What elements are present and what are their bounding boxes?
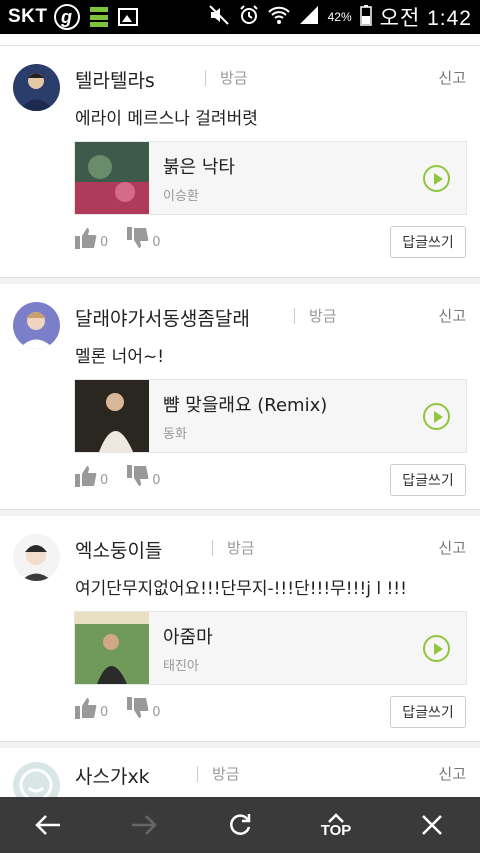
like-count: 0 xyxy=(100,235,109,250)
top-icon xyxy=(328,812,344,823)
thumbs-down-icon xyxy=(127,227,149,248)
comment-item: 엑소둥이들 방금 신고 여기단무지없어요!!!단무지-!!!단!!!무!!!j … xyxy=(0,510,480,742)
report-button[interactable]: 신고 xyxy=(438,537,466,558)
song-artist: 이승환 xyxy=(163,188,199,204)
song-title: 아줌마 xyxy=(163,626,213,648)
top-label: TOP xyxy=(320,821,352,839)
dislike-count: 0 xyxy=(152,235,161,250)
song-artist: 동화 xyxy=(163,426,187,442)
comment-text: 멜론 너어~! xyxy=(75,347,165,367)
refresh-button[interactable] xyxy=(210,797,270,853)
thumbs-up-icon xyxy=(75,698,97,719)
wifi-icon xyxy=(267,4,290,30)
thumbs-up-icon xyxy=(75,228,97,249)
reply-button[interactable]: 답글쓰기 xyxy=(390,696,466,728)
forward-arrow-icon xyxy=(132,815,157,835)
album-cover xyxy=(75,612,149,684)
bottom-nav: TOP xyxy=(0,797,480,853)
stack-icon xyxy=(89,7,108,27)
report-button[interactable]: 신고 xyxy=(438,67,466,88)
play-icon[interactable] xyxy=(423,403,450,430)
reply-button[interactable]: 답글쓰기 xyxy=(390,464,466,496)
back-arrow-icon xyxy=(35,815,60,835)
divider xyxy=(197,766,198,782)
comment-text: 에라이 메르스나 걸려버렷 xyxy=(75,109,258,129)
back-button[interactable] xyxy=(18,797,78,853)
timestamp: 방금 xyxy=(212,765,240,783)
alarm-icon xyxy=(238,4,260,30)
g-icon: g xyxy=(53,4,80,30)
timestamp: 방금 xyxy=(220,69,248,87)
comment-item: 텔라텔라s 방금 신고 에라이 메르스나 걸려버렷 붉은 낙타 이승환 0 0 xyxy=(0,46,480,278)
close-icon xyxy=(422,815,442,835)
avatar[interactable] xyxy=(13,64,60,111)
avatar[interactable] xyxy=(13,302,60,349)
like-button[interactable]: 0 xyxy=(74,464,108,488)
timestamp: 방금 xyxy=(309,307,337,325)
thumbs-up-icon xyxy=(75,466,97,487)
song-card[interactable]: 붉은 낙타 이승환 xyxy=(74,141,467,215)
play-icon[interactable] xyxy=(423,165,450,192)
like-button[interactable]: 0 xyxy=(74,696,108,720)
nickname[interactable]: 달래야가서동생좀달래 xyxy=(75,304,250,331)
refresh-icon xyxy=(230,814,251,835)
comment-item: 사스가xk 방금 신고 xyxy=(0,742,480,809)
mute-icon xyxy=(208,4,230,30)
clock: 오전 1:42 xyxy=(379,7,472,30)
avatar[interactable] xyxy=(13,534,60,581)
signal-icon xyxy=(298,4,320,30)
battery-icon xyxy=(359,4,372,31)
nickname[interactable]: 엑소둥이들 xyxy=(75,536,162,563)
song-card[interactable]: 아줌마 태진아 xyxy=(74,611,467,685)
play-icon[interactable] xyxy=(423,635,450,662)
like-button[interactable]: 0 xyxy=(74,226,108,250)
like-count: 0 xyxy=(100,705,109,720)
dislike-button[interactable]: 0 xyxy=(126,464,161,488)
timestamp: 방금 xyxy=(227,539,255,557)
carrier-label: SKT xyxy=(8,6,48,27)
comment-list: 텔라텔라s 방금 신고 에라이 메르스나 걸려버렷 붉은 낙타 이승환 0 0 xyxy=(0,46,480,742)
like-count: 0 xyxy=(100,473,109,488)
gallery-icon xyxy=(117,8,138,26)
forward-button[interactable] xyxy=(114,797,174,853)
song-artist: 태진아 xyxy=(163,658,199,674)
status-bar: SKT g 42% 오전 1:42 xyxy=(0,0,480,34)
dislike-count: 0 xyxy=(152,705,161,720)
report-button[interactable]: 신고 xyxy=(438,763,466,784)
dislike-count: 0 xyxy=(152,473,161,488)
nickname[interactable]: 텔라텔라s xyxy=(75,66,155,93)
report-button[interactable]: 신고 xyxy=(438,305,466,326)
battery-percent: 42% xyxy=(327,10,352,24)
dislike-button[interactable]: 0 xyxy=(126,226,161,250)
list-top-edge xyxy=(0,34,480,46)
song-card[interactable]: 뺨 맞을래요 (Remix) 동화 xyxy=(74,379,467,453)
divider xyxy=(294,308,295,324)
album-cover xyxy=(75,380,149,452)
divider xyxy=(212,540,213,556)
reply-button[interactable]: 답글쓰기 xyxy=(390,226,466,258)
song-title: 붉은 낙타 xyxy=(163,156,235,178)
comment-text: 여기단무지없어요!!!단무지-!!!단!!!무!!!j l !!! xyxy=(75,579,407,599)
thumbs-down-icon xyxy=(127,465,149,486)
dislike-button[interactable]: 0 xyxy=(126,696,161,720)
song-title: 뺨 맞을래요 (Remix) xyxy=(163,394,328,416)
nickname[interactable]: 사스가xk xyxy=(75,762,150,789)
close-button[interactable] xyxy=(402,797,462,853)
album-cover xyxy=(75,142,149,214)
comment-item: 달래야가서동생좀달래 방금 신고 멜론 너어~! 뺨 맞을래요 (Remix) … xyxy=(0,278,480,510)
divider xyxy=(205,70,206,86)
top-button[interactable]: TOP xyxy=(306,797,366,853)
thumbs-down-icon xyxy=(127,697,149,718)
